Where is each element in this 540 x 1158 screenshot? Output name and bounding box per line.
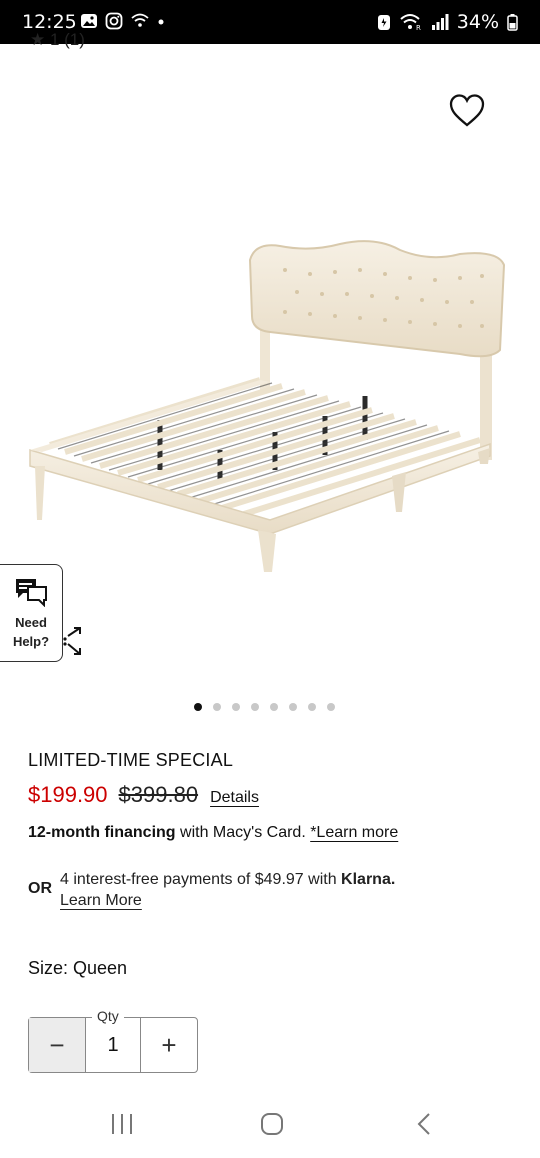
- quantity-label: Qty: [92, 1008, 124, 1024]
- sale-price: $199.90: [28, 782, 108, 807]
- or-label: OR: [28, 880, 52, 897]
- promo-label: LIMITED-TIME SPECIAL: [28, 750, 234, 770]
- financing-bold: 12-month financing: [28, 824, 176, 841]
- klarna-offer: 4 interest-free payments of $49.97 with …: [60, 867, 395, 892]
- rating-summary[interactable]: ★ 1 (1): [30, 30, 85, 50]
- carousel-dot[interactable]: [194, 703, 202, 711]
- instagram-icon: [105, 12, 123, 30]
- price-row: $199.90 $399.80 Details: [28, 782, 259, 808]
- quantity-decrease-button[interactable]: −: [29, 1018, 86, 1072]
- back-icon[interactable]: [414, 1112, 434, 1136]
- battery-icon: [507, 14, 518, 31]
- product-image[interactable]: [20, 220, 520, 590]
- signal-icon: [431, 14, 449, 30]
- home-icon[interactable]: [260, 1112, 284, 1136]
- gallery-icon: [81, 14, 97, 28]
- notification-icons: [80, 12, 165, 30]
- chat-icon: [16, 579, 47, 607]
- size-selection: Size: Queen: [28, 958, 128, 978]
- carousel-dot[interactable]: [308, 703, 316, 711]
- financing-learn-more-link[interactable]: *Learn more: [310, 824, 398, 841]
- financing-text: with Macy's Card.: [175, 824, 311, 841]
- wifi-icon: R: [400, 14, 421, 31]
- heart-icon[interactable]: [448, 92, 486, 130]
- klarna-text: 4 interest-free payments of $49.97 with: [60, 871, 342, 888]
- carousel-dot[interactable]: [327, 703, 335, 711]
- help-label-line2: Help?: [12, 634, 50, 649]
- battery-saver-icon: [377, 15, 390, 30]
- carousel-dot[interactable]: [232, 703, 240, 711]
- expand-icon[interactable]: [62, 626, 84, 656]
- system-icons: R 34%: [377, 11, 518, 33]
- carousel-dot[interactable]: [213, 703, 221, 711]
- original-price: $399.80: [118, 782, 199, 807]
- financing-offer: 12-month financing with Macy's Card. *Le…: [28, 824, 398, 842]
- need-help-button[interactable]: Need Help?: [0, 564, 63, 662]
- quantity-value[interactable]: 1: [86, 1018, 140, 1072]
- quantity-stepper: − 1 +: [28, 1017, 198, 1073]
- svg-text:R: R: [416, 24, 421, 31]
- battery-percentage: 34%: [456, 11, 499, 33]
- carousel-dot[interactable]: [270, 703, 278, 711]
- klarna-learn-more-link[interactable]: Learn More: [60, 892, 142, 910]
- wifi-calling-icon: [131, 13, 149, 27]
- quantity-increase-button[interactable]: +: [140, 1018, 197, 1072]
- help-label-line1: Need: [15, 615, 47, 630]
- details-link[interactable]: Details: [210, 789, 259, 807]
- carousel-dot[interactable]: [289, 703, 297, 711]
- dot-icon: [158, 19, 164, 25]
- klarna-brand: Klarna.: [341, 871, 396, 888]
- carousel-dots: [194, 703, 335, 711]
- recent-apps-icon[interactable]: [110, 1112, 134, 1136]
- system-nav-bar: [0, 1092, 540, 1158]
- carousel-dot[interactable]: [251, 703, 259, 711]
